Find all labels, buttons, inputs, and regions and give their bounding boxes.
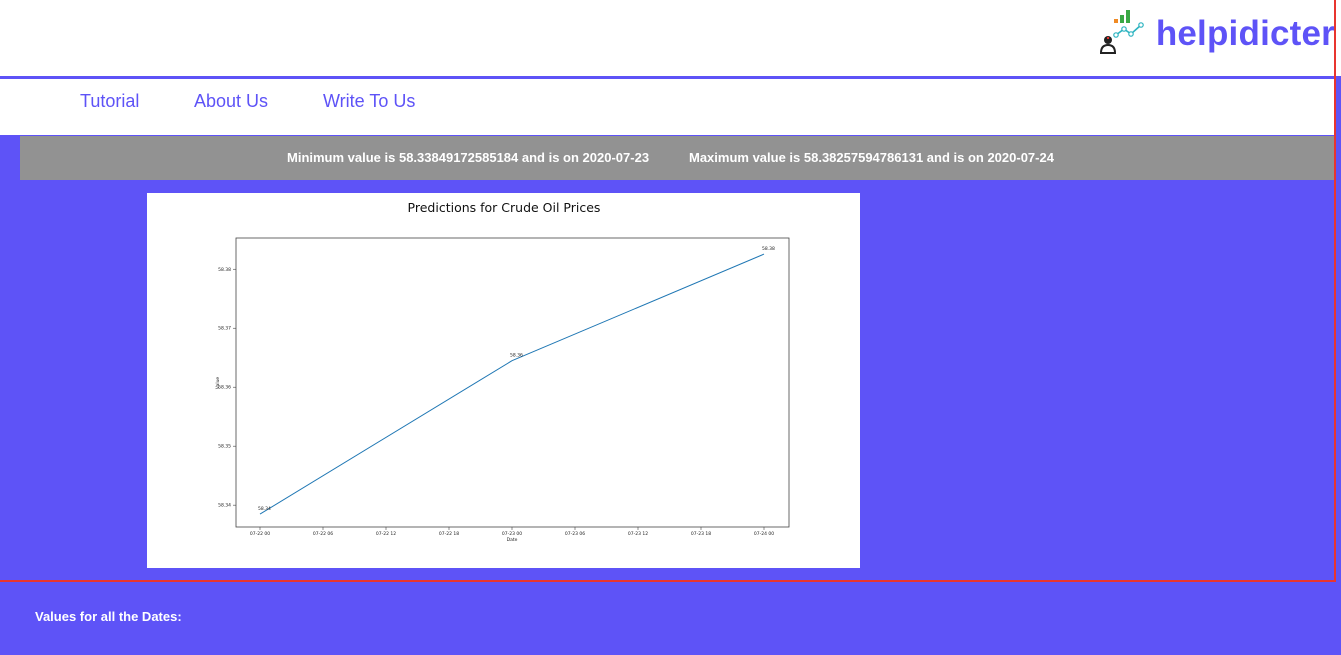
- nav-tutorial-link[interactable]: Tutorial: [80, 91, 139, 112]
- prediction-chart-card: Predictions for Crude Oil Prices 58.34 58…: [147, 193, 860, 568]
- site-header: helpidicter: [0, 0, 1341, 76]
- brand-name: helpidicter: [1155, 14, 1335, 53]
- values-for-all-dates-label: Values for all the Dates:: [35, 609, 182, 624]
- chart-plot-frame: [235, 237, 790, 528]
- stats-bar: Minimum value is 58.33849172585184 and i…: [20, 136, 1336, 180]
- x-tick-label: 07-22 18: [439, 531, 459, 537]
- point-value-label: 58.36: [510, 353, 523, 359]
- red-border-right: [1334, 0, 1336, 582]
- series-line: [259, 253, 765, 515]
- y-tick-label: 58.35: [218, 444, 231, 450]
- y-tick-label: 58.37: [218, 326, 231, 332]
- nav-about-us-link[interactable]: About Us: [194, 91, 268, 112]
- prediction-chart: Predictions for Crude Oil Prices 58.34 58…: [215, 200, 790, 543]
- red-border-bottom: [0, 580, 1336, 582]
- nav-write-to-us-link[interactable]: Write To Us: [323, 91, 415, 112]
- x-tick-label: 07-22 12: [376, 531, 396, 537]
- y-tick-label: 58.38: [218, 267, 231, 273]
- nav-bar: Tutorial About Us Write To Us: [0, 79, 1336, 135]
- brand[interactable]: helpidicter: [1098, 4, 1335, 64]
- chart-title: Predictions for Crude Oil Prices: [408, 200, 601, 215]
- maximum-value-text: Maximum value is 58.38257594786131 and i…: [689, 150, 1054, 165]
- x-tick-label: 07-23 18: [691, 531, 711, 537]
- point-value-label: 58.34: [258, 506, 271, 512]
- chart-person-icon: [1099, 10, 1144, 54]
- x-axis-label: Date: [507, 537, 518, 543]
- point-value-label: 58.38: [762, 246, 775, 252]
- x-tick-label: 07-22 00: [250, 531, 270, 537]
- x-tick-label: 07-23 00: [502, 531, 522, 537]
- x-tick-label: 07-23 12: [628, 531, 648, 537]
- y-tick-label: 58.34: [218, 503, 231, 509]
- y-axis-label: Value: [215, 377, 221, 390]
- x-tick-label: 07-23 06: [565, 531, 585, 537]
- x-tick-label: 07-22 06: [313, 531, 333, 537]
- minimum-value-text: Minimum value is 58.33849172585184 and i…: [287, 150, 650, 165]
- x-tick-label: 07-24 00: [754, 531, 774, 537]
